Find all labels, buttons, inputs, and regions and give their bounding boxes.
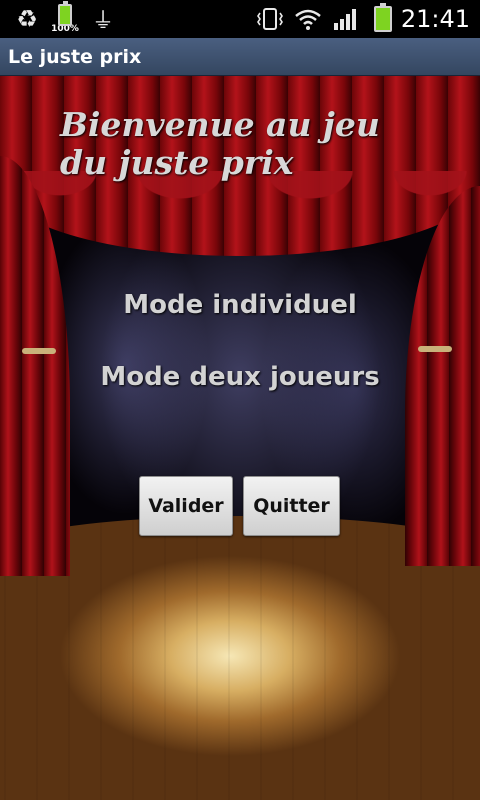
status-clock: 21:41	[400, 5, 470, 33]
battery-icon	[370, 3, 396, 34]
vibrate-icon	[254, 4, 286, 34]
curtain-tie-left	[22, 348, 56, 354]
curtain-valance	[0, 171, 480, 261]
battery-charging-icon: 100%	[51, 1, 79, 34]
welcome-line-2: du juste prix	[60, 143, 294, 182]
mode-two-players-option[interactable]: Mode deux joueurs	[0, 362, 480, 392]
recycle-icon: ♻	[16, 5, 38, 33]
app-title: Le juste prix	[8, 46, 142, 68]
quit-button[interactable]: Quitter	[243, 476, 340, 536]
mode-individual-option[interactable]: Mode individuel	[0, 290, 480, 320]
theater-stage-background: Bienvenue au jeu du juste prix Mode indi…	[0, 76, 480, 800]
curtain-tie-right	[418, 346, 452, 352]
wifi-icon	[292, 4, 324, 34]
status-bar: ♻ 100% ⏚ 21:41	[0, 0, 480, 38]
welcome-line-1: Bienvenue au jeu	[60, 105, 380, 144]
validate-button[interactable]: Valider	[139, 476, 233, 536]
title-bar: Le juste prix	[0, 38, 480, 76]
signal-icon	[330, 4, 362, 34]
usb-icon: ⏚	[91, 9, 114, 34]
welcome-heading: Bienvenue au jeu du juste prix	[60, 106, 460, 182]
